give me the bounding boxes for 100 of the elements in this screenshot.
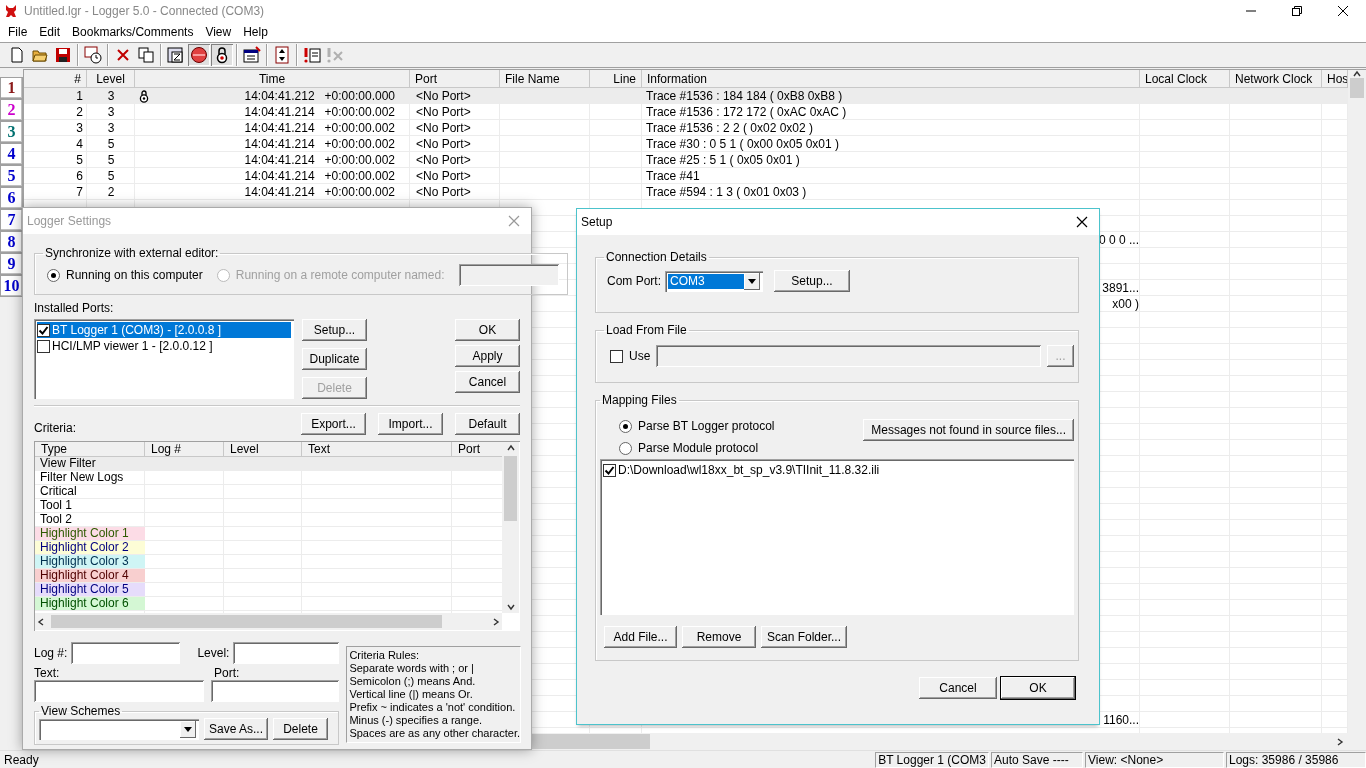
menu-item[interactable]: Bookmarks/Comments: [66, 25, 200, 39]
menu-item[interactable]: Edit: [33, 25, 67, 39]
toolbar-button[interactable]: [211, 44, 233, 66]
toolbar-button[interactable]: [188, 44, 210, 66]
close-icon[interactable]: [1338, 6, 1348, 16]
bookmark-button[interactable]: 7: [0, 209, 23, 231]
text-field[interactable]: [34, 680, 204, 702]
scroll-thumb[interactable]: [1350, 78, 1364, 98]
checkbox[interactable]: [610, 349, 623, 363]
mapping-button[interactable]: Remove: [682, 626, 756, 648]
menu-item[interactable]: View: [199, 25, 238, 39]
criteria-row[interactable]: Highlight Color 2: [35, 541, 502, 555]
bookmark-button[interactable]: 9: [0, 253, 23, 275]
log-row[interactable]: 1 3 14:04:41.212 +0:00:00.000 <No Port> Trace #1536 : 184 184 ( 0xB8 0xB8 ): [24, 88, 1348, 104]
scheme-button[interactable]: Delete: [273, 718, 328, 740]
computer-name-field[interactable]: [458, 264, 559, 286]
criteria-row[interactable]: Highlight Color 1: [35, 527, 502, 541]
horizontal-scrollbar[interactable]: [35, 613, 502, 630]
checkbox[interactable]: [603, 463, 616, 477]
log-row[interactable]: 6 5 14:04:41.214 +0:00:00.002 <No Port> Trace #41: [24, 168, 1348, 184]
scroll-down-icon[interactable]: [506, 603, 515, 611]
criteria-row[interactable]: Highlight Color 5: [35, 583, 502, 597]
scroll-thumb[interactable]: [504, 456, 517, 521]
criteria-button[interactable]: Export...: [301, 413, 366, 435]
column-header[interactable]: Local Clock: [1140, 70, 1230, 87]
close-icon[interactable]: [1076, 216, 1088, 228]
bookmark-button[interactable]: 1: [0, 77, 23, 99]
scroll-right-icon[interactable]: [492, 617, 500, 626]
toolbar-button[interactable]: [135, 44, 157, 66]
checkbox[interactable]: [37, 339, 50, 353]
dialog-button[interactable]: Apply: [455, 345, 520, 367]
mapping-button[interactable]: Add File...: [604, 626, 677, 648]
bookmark-button[interactable]: 8: [0, 231, 23, 253]
column-header[interactable]: Time: [135, 70, 410, 87]
dialog-button[interactable]: Cancel: [919, 677, 997, 699]
toolbar-button[interactable]: [241, 44, 263, 66]
scroll-thumb[interactable]: [51, 615, 442, 628]
scroll-right-icon[interactable]: [1336, 737, 1344, 746]
checkbox[interactable]: [37, 323, 50, 337]
criteria-row[interactable]: Highlight Color 6: [35, 597, 502, 611]
bookmark-button[interactable]: 5: [0, 165, 23, 187]
level-field[interactable]: [233, 642, 340, 664]
scroll-up-icon[interactable]: [506, 444, 515, 452]
bookmark-button[interactable]: 3: [0, 121, 23, 143]
vertical-scrollbar[interactable]: [502, 442, 519, 613]
menu-item[interactable]: File: [2, 25, 34, 39]
column-header[interactable]: Information: [642, 70, 1140, 87]
scheme-dropdown[interactable]: [39, 718, 199, 740]
setup-button[interactable]: Setup...: [774, 270, 850, 292]
port-item[interactable]: BT Logger 1 (COM3) - [2.0.0.8 ]: [37, 322, 291, 338]
table-cell: <No Port>: [416, 89, 471, 103]
messages-button[interactable]: Messages not found in source files...: [863, 419, 1074, 441]
dialog-button[interactable]: OK: [1001, 677, 1075, 699]
bookmark-button[interactable]: 6: [0, 187, 23, 209]
port-button[interactable]: Setup...: [302, 319, 367, 341]
file-path-field[interactable]: [656, 345, 1041, 367]
criteria-row[interactable]: Tool 2: [35, 513, 502, 527]
radio-button[interactable]: [619, 419, 632, 433]
port-item[interactable]: HCI/LMP viewer 1 - [2.0.0.12 ]: [37, 338, 291, 354]
bookmark-button[interactable]: 10: [0, 275, 23, 297]
column-header[interactable]: File Name: [500, 70, 590, 87]
radio-button[interactable]: [47, 268, 60, 282]
criteria-row[interactable]: Highlight Color 4: [35, 569, 502, 583]
log-number-field[interactable]: [71, 642, 181, 664]
criteria-button[interactable]: Import...: [378, 413, 443, 435]
column-header[interactable]: Network Clock: [1230, 70, 1322, 87]
bookmark-button[interactable]: 2: [0, 99, 23, 121]
column-header[interactable]: #: [24, 70, 87, 87]
menu-item[interactable]: Help: [237, 25, 274, 39]
vertical-scrollbar[interactable]: [1348, 70, 1366, 733]
criteria-type: Critical: [39, 485, 78, 498]
com-port-dropdown[interactable]: COM3: [665, 270, 763, 292]
radio-button[interactable]: [619, 441, 632, 455]
criteria-row[interactable]: Critical: [35, 485, 502, 499]
file-item[interactable]: D:\Download\wl18xx_bt_sp_v3.9\TIInit_11.8.32.ili: [603, 462, 1071, 478]
port-button[interactable]: Duplicate: [302, 348, 367, 370]
restore-icon[interactable]: [1292, 6, 1302, 16]
criteria-row[interactable]: Filter New Logs: [35, 471, 502, 485]
log-row[interactable]: 2 3 14:04:41.214 +0:00:00.002 <No Port> Trace #1536 : 172 172 ( 0xAC 0xAC ): [24, 104, 1348, 120]
scheme-button[interactable]: Save As...: [204, 718, 268, 740]
column-header[interactable]: Level: [87, 70, 135, 87]
caret-icon: [748, 278, 756, 284]
log-row[interactable]: 4 5 14:04:41.214 +0:00:00.002 <No Port> Trace #30 : 0 5 1 ( 0x00 0x05 0x01 ): [24, 136, 1348, 152]
bookmark-button[interactable]: 4: [0, 143, 23, 165]
scroll-left-icon[interactable]: [37, 617, 45, 626]
scroll-up-icon[interactable]: [1353, 70, 1361, 78]
log-row[interactable]: 7 2 14:04:41.214 +0:00:00.002 <No Port> Trace #594 : 1 3 ( 0x01 0x03 ): [24, 184, 1348, 200]
port-field[interactable]: [211, 680, 339, 702]
log-row[interactable]: 3 3 14:04:41.214 +0:00:00.002 <No Port> Trace #1536 : 2 2 ( 0x02 0x02 ): [24, 120, 1348, 136]
dialog-button[interactable]: OK: [455, 319, 520, 341]
column-header[interactable]: Line: [590, 70, 642, 87]
criteria-button[interactable]: Default: [455, 413, 520, 435]
criteria-row[interactable]: Tool 1: [35, 499, 502, 513]
criteria-row[interactable]: View Filter: [35, 457, 502, 471]
toolbar-button[interactable]: [82, 44, 104, 66]
mapping-button[interactable]: Scan Folder...: [761, 626, 847, 648]
column-header[interactable]: Port: [410, 70, 500, 87]
criteria-row[interactable]: Highlight Color 3: [35, 555, 502, 569]
dialog-button[interactable]: Cancel: [455, 371, 520, 393]
log-row[interactable]: 5 5 14:04:41.214 +0:00:00.002 <No Port> Trace #25 : 5 1 ( 0x05 0x01 ): [24, 152, 1348, 168]
